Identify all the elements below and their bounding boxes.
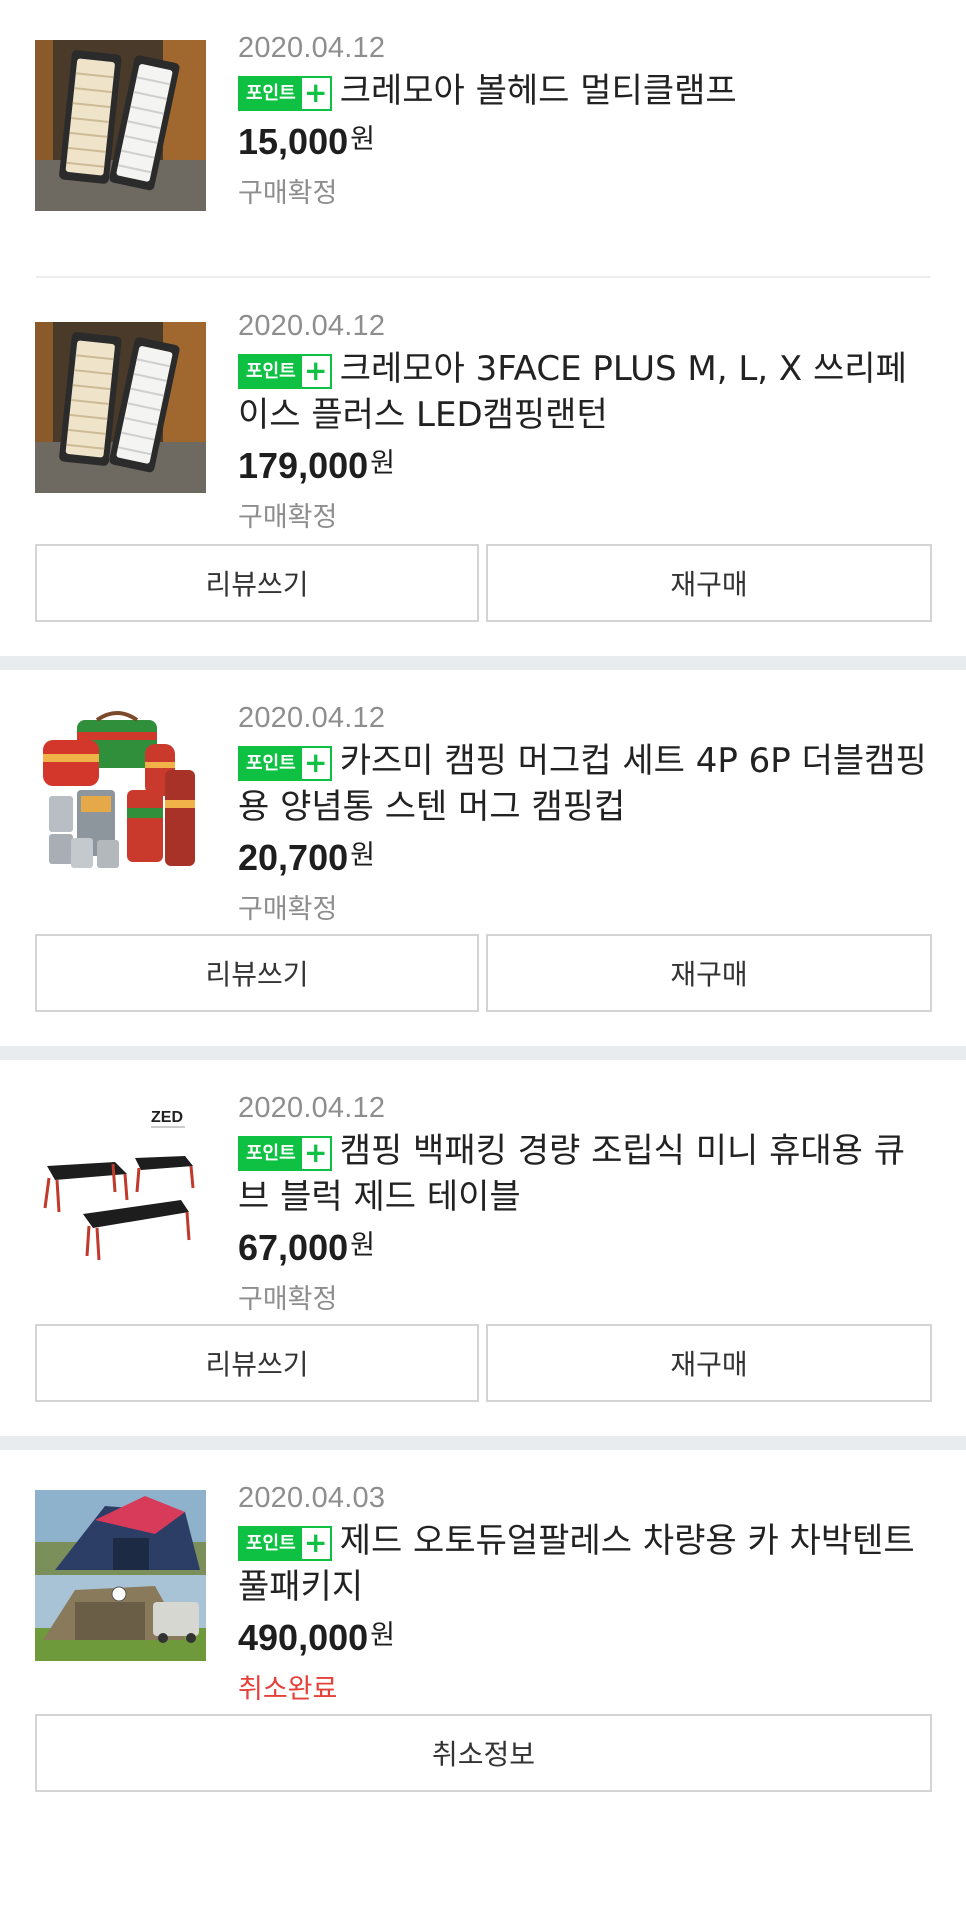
plus-icon: + [301, 748, 330, 779]
repurchase-button[interactable]: 재구매 [486, 1324, 932, 1402]
plus-icon: + [301, 1528, 330, 1559]
order-item[interactable]: 2020.04.12 포인트 + 크레모아 3FACE PLUS M, L, X… [0, 278, 966, 533]
product-title-text[interactable]: 크레모아 볼헤드 멀티클램프 [340, 71, 737, 111]
price-amount: 490,000 [238, 1617, 369, 1658]
order-status: 취소완료 [238, 1674, 338, 1705]
lantern-image [35, 40, 206, 211]
section-divider [0, 1046, 966, 1060]
order-item[interactable]: 2020.04.12 포인트 + 카즈미 캠핑 머그컵 세트 4P 6P 더블캠… [0, 670, 966, 925]
point-plus-badge: 포인트 + [238, 1526, 332, 1561]
price-currency: 원 [370, 448, 395, 479]
price-amount: 15,000 [238, 121, 349, 162]
write-review-button[interactable]: 리뷰쓰기 [35, 544, 479, 622]
point-badge-label: 포인트 [240, 1528, 302, 1559]
order-date: 2020.04.12 [238, 310, 386, 342]
price-amount: 179,000 [238, 445, 369, 486]
order-status: 구매확정 [238, 178, 338, 209]
product-title[interactable]: 포인트 + 캠핑 백패킹 경량 조립식 미니 휴대용 큐브 블럭 제드 테이블 [238, 1128, 930, 1220]
plus-icon: + [301, 78, 330, 109]
product-thumbnail-lantern[interactable] [35, 322, 206, 493]
order-list: 2020.04.12 포인트 + 크레모아 볼헤드 멀티클램프 15,000원 … [0, 0, 966, 1792]
camping-table-image: ZED [35, 1100, 206, 1271]
order-item[interactable]: 2020.04.12 포인트 + 크레모아 볼헤드 멀티클램프 15,000원 … [0, 0, 966, 211]
price-currency: 원 [350, 840, 375, 871]
order-actions: 취소정보 [0, 1714, 966, 1792]
product-title[interactable]: 포인트 + 제드 오토듀얼팔레스 차량용 카 차박텐트 풀패키지 [238, 1518, 930, 1610]
price-amount: 67,000 [238, 1227, 349, 1268]
price-currency: 원 [370, 1620, 395, 1651]
order-price: 20,700원 [238, 832, 930, 889]
product-title-text[interactable]: 크레모아 3FACE PLUS M, L, X 쓰리페이스 플러스 LED캠핑랜… [238, 349, 907, 435]
order-item[interactable]: ZED 2020.04.12 포인트 + 캠핑 백패킹 경량 조립식 미니 휴대… [0, 1060, 966, 1315]
point-badge-label: 포인트 [240, 748, 302, 779]
point-badge-label: 포인트 [240, 356, 302, 387]
order-date: 2020.04.12 [238, 1092, 386, 1124]
car-tent-image [35, 1490, 206, 1661]
price-amount: 20,700 [238, 837, 349, 878]
price-currency: 원 [350, 1230, 375, 1261]
zed-logo-text: ZED [151, 1109, 183, 1126]
point-plus-badge: 포인트 + [238, 746, 332, 781]
cancel-info-button[interactable]: 취소정보 [35, 1714, 932, 1792]
product-thumbnail-tent[interactable] [35, 1490, 206, 1661]
order-price: 179,000원 [238, 440, 930, 497]
order-price: 490,000원 [238, 1612, 930, 1669]
write-review-button[interactable]: 리뷰쓰기 [35, 934, 479, 1012]
product-title-text[interactable]: 캠핑 백패킹 경량 조립식 미니 휴대용 큐브 블럭 제드 테이블 [238, 1131, 905, 1217]
order-info: 2020.04.12 포인트 + 카즈미 캠핑 머그컵 세트 4P 6P 더블캠… [238, 700, 930, 931]
price-currency: 원 [350, 124, 375, 155]
point-badge-label: 포인트 [240, 1138, 302, 1169]
point-plus-badge: 포인트 + [238, 1136, 332, 1171]
point-badge-label: 포인트 [240, 78, 302, 109]
order-date: 2020.04.03 [238, 1482, 386, 1514]
product-thumbnail-table[interactable]: ZED [35, 1100, 206, 1271]
point-plus-badge: 포인트 + [238, 76, 332, 111]
product-title[interactable]: 포인트 + 크레모아 볼헤드 멀티클램프 [238, 68, 930, 114]
plus-icon: + [301, 356, 330, 387]
order-actions: 리뷰쓰기 재구매 [0, 934, 966, 1012]
mug-set-image [35, 710, 206, 881]
order-info: 2020.04.12 포인트 + 크레모아 볼헤드 멀티클램프 15,000원 … [238, 30, 930, 215]
product-thumbnail-mug-set[interactable] [35, 710, 206, 881]
point-plus-badge: 포인트 + [238, 354, 332, 389]
plus-icon: + [301, 1138, 330, 1169]
product-thumbnail-lantern[interactable] [35, 40, 206, 211]
order-status: 구매확정 [238, 894, 338, 925]
lantern-image [35, 322, 206, 493]
order-actions: 리뷰쓰기 재구매 [0, 544, 966, 622]
order-status: 구매확정 [238, 502, 338, 533]
order-price: 15,000원 [238, 116, 930, 173]
order-info: 2020.04.03 포인트 + 제드 오토듀얼팔레스 차량용 카 차박텐트 풀… [238, 1480, 930, 1711]
product-title[interactable]: 포인트 + 크레모아 3FACE PLUS M, L, X 쓰리페이스 플러스 … [238, 346, 930, 438]
order-info: 2020.04.12 포인트 + 캠핑 백패킹 경량 조립식 미니 휴대용 큐브… [238, 1090, 930, 1321]
section-divider [0, 656, 966, 670]
order-actions: 리뷰쓰기 재구매 [0, 1324, 966, 1402]
order-info: 2020.04.12 포인트 + 크레모아 3FACE PLUS M, L, X… [238, 308, 930, 539]
order-date: 2020.04.12 [238, 32, 386, 64]
order-status: 구매확정 [238, 1284, 338, 1315]
repurchase-button[interactable]: 재구매 [486, 544, 932, 622]
order-price: 67,000원 [238, 1222, 930, 1279]
product-title-text[interactable]: 제드 오토듀얼팔레스 차량용 카 차박텐트 풀패키지 [238, 1521, 915, 1607]
section-divider [0, 1436, 966, 1450]
product-title-text[interactable]: 카즈미 캠핑 머그컵 세트 4P 6P 더블캠핑용 양념통 스텐 머그 캠핑컵 [238, 741, 927, 827]
order-date: 2020.04.12 [238, 702, 386, 734]
order-item[interactable]: 2020.04.03 포인트 + 제드 오토듀얼팔레스 차량용 카 차박텐트 풀… [0, 1450, 966, 1705]
write-review-button[interactable]: 리뷰쓰기 [35, 1324, 479, 1402]
repurchase-button[interactable]: 재구매 [486, 934, 932, 1012]
product-title[interactable]: 포인트 + 카즈미 캠핑 머그컵 세트 4P 6P 더블캠핑용 양념통 스텐 머… [238, 738, 930, 830]
